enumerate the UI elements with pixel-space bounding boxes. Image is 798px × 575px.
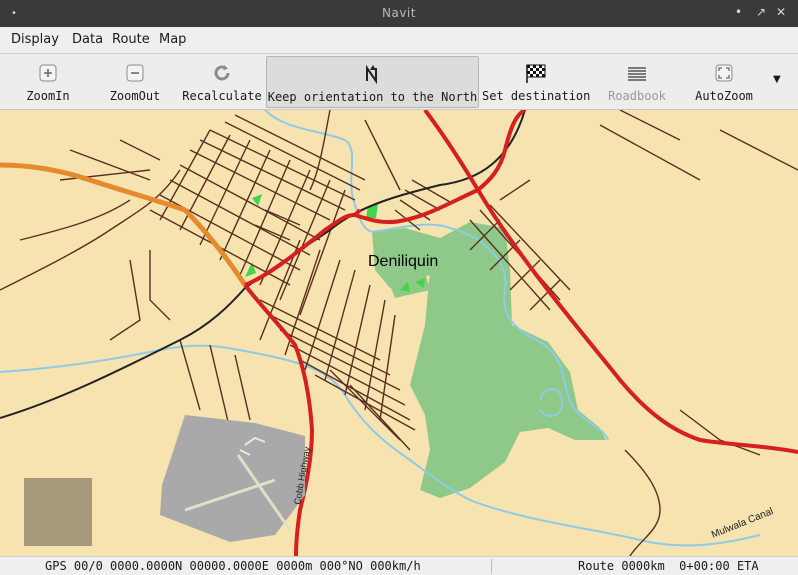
set-destination-label: Set destination bbox=[482, 89, 591, 103]
close-icon[interactable]: ✕ bbox=[776, 5, 786, 19]
map-canvas: Deniliquin Cobb Highway Mulwala Canal bbox=[0, 110, 798, 556]
set-destination-button[interactable]: Set destination bbox=[482, 56, 590, 106]
city-label: Deniliquin bbox=[368, 253, 438, 270]
menu-bar: Display Data Route Map bbox=[0, 27, 798, 54]
zoom-in-icon bbox=[39, 64, 57, 82]
map-scale-box bbox=[24, 478, 92, 546]
north-orientation-button[interactable]: Keep orientation to the North bbox=[266, 56, 479, 108]
zoom-out-button[interactable]: ZoomOut bbox=[100, 56, 170, 106]
title-bar: • Navit • ↗ ✕ bbox=[0, 0, 798, 27]
route-status: Route 0000km 0+00:00 ETA bbox=[578, 559, 759, 573]
map-view[interactable]: Deniliquin Cobb Highway Mulwala Canal bbox=[0, 110, 798, 556]
zoom-out-label: ZoomOut bbox=[109, 89, 161, 103]
roadbook-label: Roadbook bbox=[608, 89, 666, 103]
autozoom-label: AutoZoom bbox=[695, 89, 753, 103]
autozoom-button[interactable]: AutoZoom bbox=[690, 56, 758, 106]
menu-display[interactable]: Display bbox=[11, 32, 59, 47]
checkered-flag-icon bbox=[526, 64, 546, 83]
status-bar: GPS 00/0 0000.0000N 00000.0000E 0000m 00… bbox=[0, 556, 798, 575]
roadbook-icon bbox=[628, 67, 646, 81]
autozoom-icon bbox=[715, 64, 733, 82]
gps-status: GPS 00/0 0000.0000N 00000.0000E 0000m 00… bbox=[45, 559, 421, 573]
recalculate-button[interactable]: Recalculate bbox=[180, 56, 264, 106]
window-title: Navit bbox=[382, 6, 416, 20]
status-separator bbox=[491, 559, 492, 574]
zoom-in-button[interactable]: ZoomIn bbox=[14, 56, 82, 106]
overflow-arrow-icon[interactable]: ▼ bbox=[773, 74, 781, 85]
navit-window: • Navit • ↗ ✕ Display Data Route Map Zoo… bbox=[0, 0, 798, 575]
north-orientation-label: Keep orientation to the North bbox=[267, 90, 478, 104]
menu-route[interactable]: Route bbox=[112, 32, 150, 47]
maximize-icon[interactable]: ↗ bbox=[756, 5, 766, 19]
roadbook-button[interactable]: Roadbook bbox=[604, 56, 670, 106]
airport-area bbox=[160, 415, 305, 542]
north-icon bbox=[365, 64, 377, 85]
minimize-icon[interactable]: • bbox=[735, 5, 742, 19]
toolbar: ZoomIn ZoomOut Recalculate Keep orientat… bbox=[0, 54, 798, 110]
menu-map[interactable]: Map bbox=[159, 32, 186, 47]
menu-data[interactable]: Data bbox=[72, 32, 103, 47]
refresh-icon bbox=[214, 65, 230, 81]
zoom-out-icon bbox=[126, 64, 144, 82]
recalculate-label: Recalculate bbox=[182, 89, 262, 103]
zoom-in-label: ZoomIn bbox=[26, 89, 70, 103]
